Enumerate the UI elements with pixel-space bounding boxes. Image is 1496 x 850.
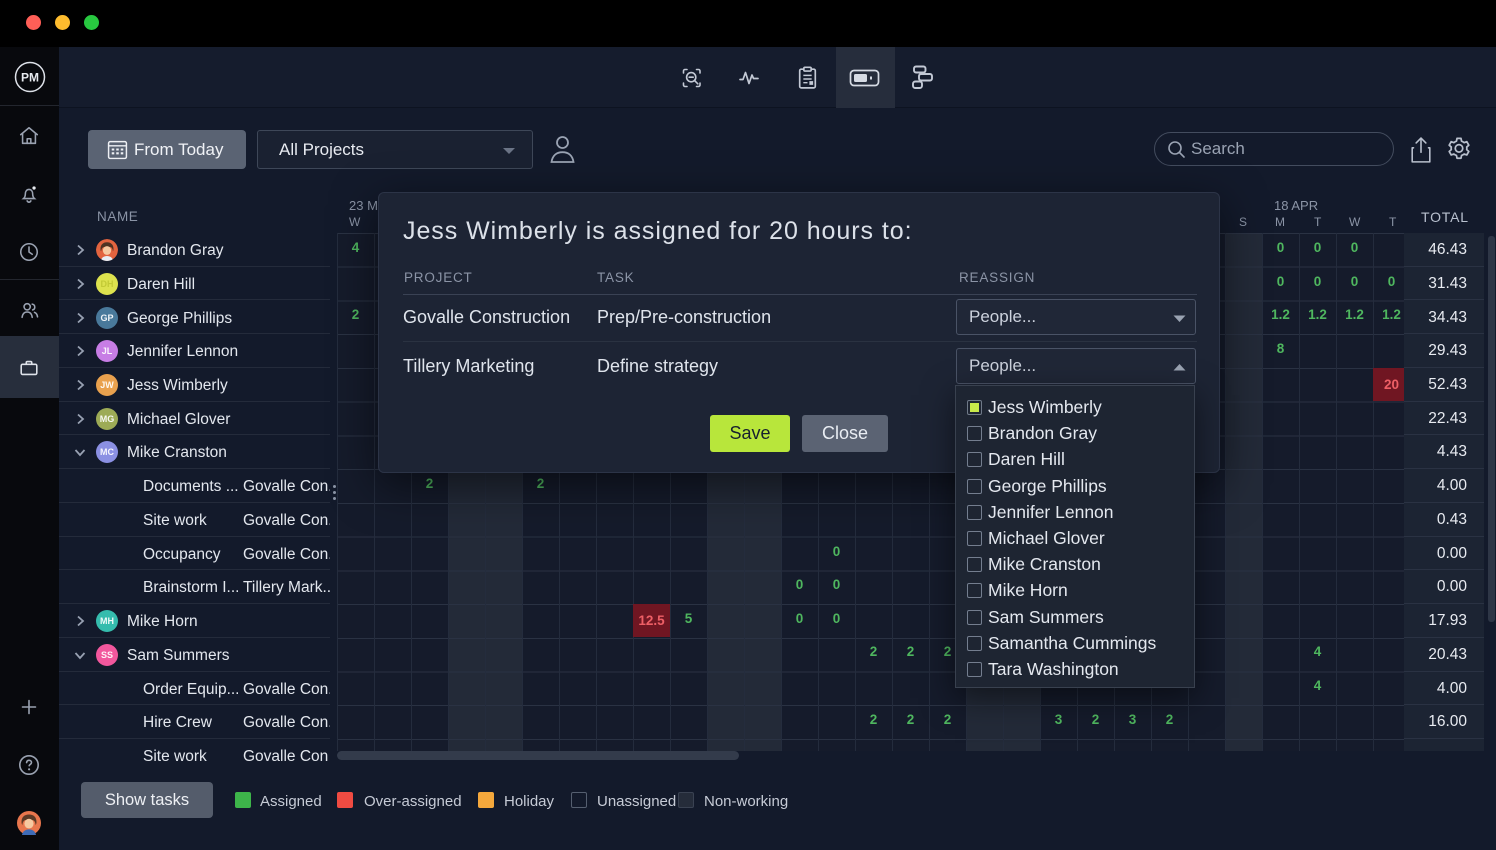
svg-text:PM: PM (21, 71, 39, 85)
